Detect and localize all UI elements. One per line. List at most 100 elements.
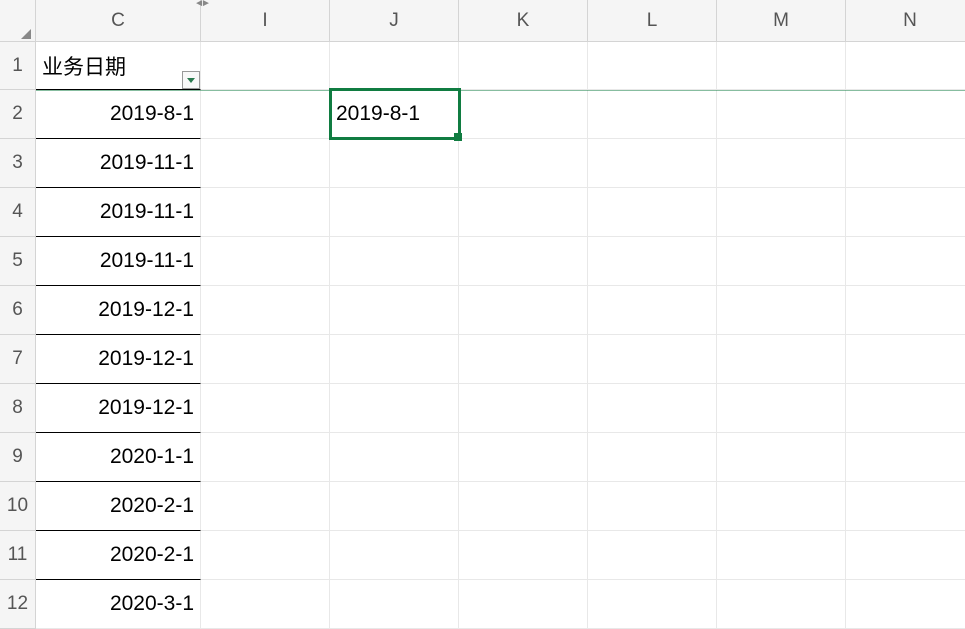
cell-n3[interactable]: [846, 139, 965, 188]
cell-j8[interactable]: [330, 384, 459, 433]
cell-j5[interactable]: [330, 237, 459, 286]
row-header-10[interactable]: 10: [0, 482, 36, 531]
cell-i11[interactable]: [201, 531, 330, 580]
cell-i10[interactable]: [201, 482, 330, 531]
cell-k1[interactable]: [459, 42, 588, 90]
cell-m5[interactable]: [717, 237, 846, 286]
col-header-m[interactable]: M: [717, 0, 846, 42]
cell-c9[interactable]: 2020-1-1: [36, 433, 201, 482]
row-header-2[interactable]: 2: [0, 90, 36, 139]
cell-j10[interactable]: [330, 482, 459, 531]
cell-c2[interactable]: 2019-8-1: [36, 90, 201, 139]
col-header-n[interactable]: N: [846, 0, 965, 42]
cell-c1[interactable]: 业务日期: [36, 42, 201, 90]
cell-k4[interactable]: [459, 188, 588, 237]
cell-k3[interactable]: [459, 139, 588, 188]
cell-i7[interactable]: [201, 335, 330, 384]
cell-k7[interactable]: [459, 335, 588, 384]
cell-j9[interactable]: [330, 433, 459, 482]
cell-n12[interactable]: [846, 580, 965, 629]
cell-n1[interactable]: [846, 42, 965, 90]
row-header-12[interactable]: 12: [0, 580, 36, 629]
cell-j12[interactable]: [330, 580, 459, 629]
cell-l11[interactable]: [588, 531, 717, 580]
cell-l8[interactable]: [588, 384, 717, 433]
cell-c5[interactable]: 2019-11-1: [36, 237, 201, 286]
cell-n10[interactable]: [846, 482, 965, 531]
hidden-columns-marker-icon[interactable]: ◄►: [194, 0, 208, 8]
cell-j4[interactable]: [330, 188, 459, 237]
row-header-4[interactable]: 4: [0, 188, 36, 237]
cell-l7[interactable]: [588, 335, 717, 384]
cell-i4[interactable]: [201, 188, 330, 237]
cell-m6[interactable]: [717, 286, 846, 335]
cell-i8[interactable]: [201, 384, 330, 433]
row-header-5[interactable]: 5: [0, 237, 36, 286]
cell-c6[interactable]: 2019-12-1: [36, 286, 201, 335]
col-header-c[interactable]: C: [36, 0, 201, 42]
cell-m3[interactable]: [717, 139, 846, 188]
row-header-7[interactable]: 7: [0, 335, 36, 384]
row-header-9[interactable]: 9: [0, 433, 36, 482]
cell-m7[interactable]: [717, 335, 846, 384]
cell-l12[interactable]: [588, 580, 717, 629]
cell-k10[interactable]: [459, 482, 588, 531]
cell-i5[interactable]: [201, 237, 330, 286]
cell-l10[interactable]: [588, 482, 717, 531]
cell-n7[interactable]: [846, 335, 965, 384]
cell-m9[interactable]: [717, 433, 846, 482]
cell-c3[interactable]: 2019-11-1: [36, 139, 201, 188]
cell-l2[interactable]: [588, 90, 717, 139]
cell-c10[interactable]: 2020-2-1: [36, 482, 201, 531]
cell-m10[interactable]: [717, 482, 846, 531]
cell-l3[interactable]: [588, 139, 717, 188]
cell-n2[interactable]: [846, 90, 965, 139]
cell-k12[interactable]: [459, 580, 588, 629]
cell-i3[interactable]: [201, 139, 330, 188]
cell-n5[interactable]: [846, 237, 965, 286]
cell-c8[interactable]: 2019-12-1: [36, 384, 201, 433]
cell-i6[interactable]: [201, 286, 330, 335]
row-header-1[interactable]: 1: [0, 42, 36, 90]
filter-dropdown-icon[interactable]: [182, 71, 200, 89]
cell-i1[interactable]: [201, 42, 330, 90]
cell-m8[interactable]: [717, 384, 846, 433]
select-all-corner[interactable]: [0, 0, 36, 42]
cell-l6[interactable]: [588, 286, 717, 335]
cell-i2[interactable]: [201, 90, 330, 139]
row-header-6[interactable]: 6: [0, 286, 36, 335]
cell-l5[interactable]: [588, 237, 717, 286]
cell-n8[interactable]: [846, 384, 965, 433]
cell-i9[interactable]: [201, 433, 330, 482]
cell-k6[interactable]: [459, 286, 588, 335]
cell-j6[interactable]: [330, 286, 459, 335]
cell-m11[interactable]: [717, 531, 846, 580]
cell-m12[interactable]: [717, 580, 846, 629]
col-header-i[interactable]: ◄► I: [201, 0, 330, 42]
cell-n9[interactable]: [846, 433, 965, 482]
cell-k9[interactable]: [459, 433, 588, 482]
cell-j1[interactable]: [330, 42, 459, 90]
cell-l4[interactable]: [588, 188, 717, 237]
cell-m2[interactable]: [717, 90, 846, 139]
cell-j7[interactable]: [330, 335, 459, 384]
cell-n6[interactable]: [846, 286, 965, 335]
cell-i12[interactable]: [201, 580, 330, 629]
cell-n11[interactable]: [846, 531, 965, 580]
cell-l1[interactable]: [588, 42, 717, 90]
cell-c11[interactable]: 2020-2-1: [36, 531, 201, 580]
cell-k8[interactable]: [459, 384, 588, 433]
cell-c7[interactable]: 2019-12-1: [36, 335, 201, 384]
cell-j11[interactable]: [330, 531, 459, 580]
row-header-8[interactable]: 8: [0, 384, 36, 433]
cell-c4[interactable]: 2019-11-1: [36, 188, 201, 237]
row-header-11[interactable]: 11: [0, 531, 36, 580]
col-header-l[interactable]: L: [588, 0, 717, 42]
cell-n4[interactable]: [846, 188, 965, 237]
cell-k11[interactable]: [459, 531, 588, 580]
cell-k5[interactable]: [459, 237, 588, 286]
cell-m1[interactable]: [717, 42, 846, 90]
cell-j2[interactable]: 2019-8-1: [330, 90, 459, 139]
cell-l9[interactable]: [588, 433, 717, 482]
col-header-k[interactable]: K: [459, 0, 588, 42]
